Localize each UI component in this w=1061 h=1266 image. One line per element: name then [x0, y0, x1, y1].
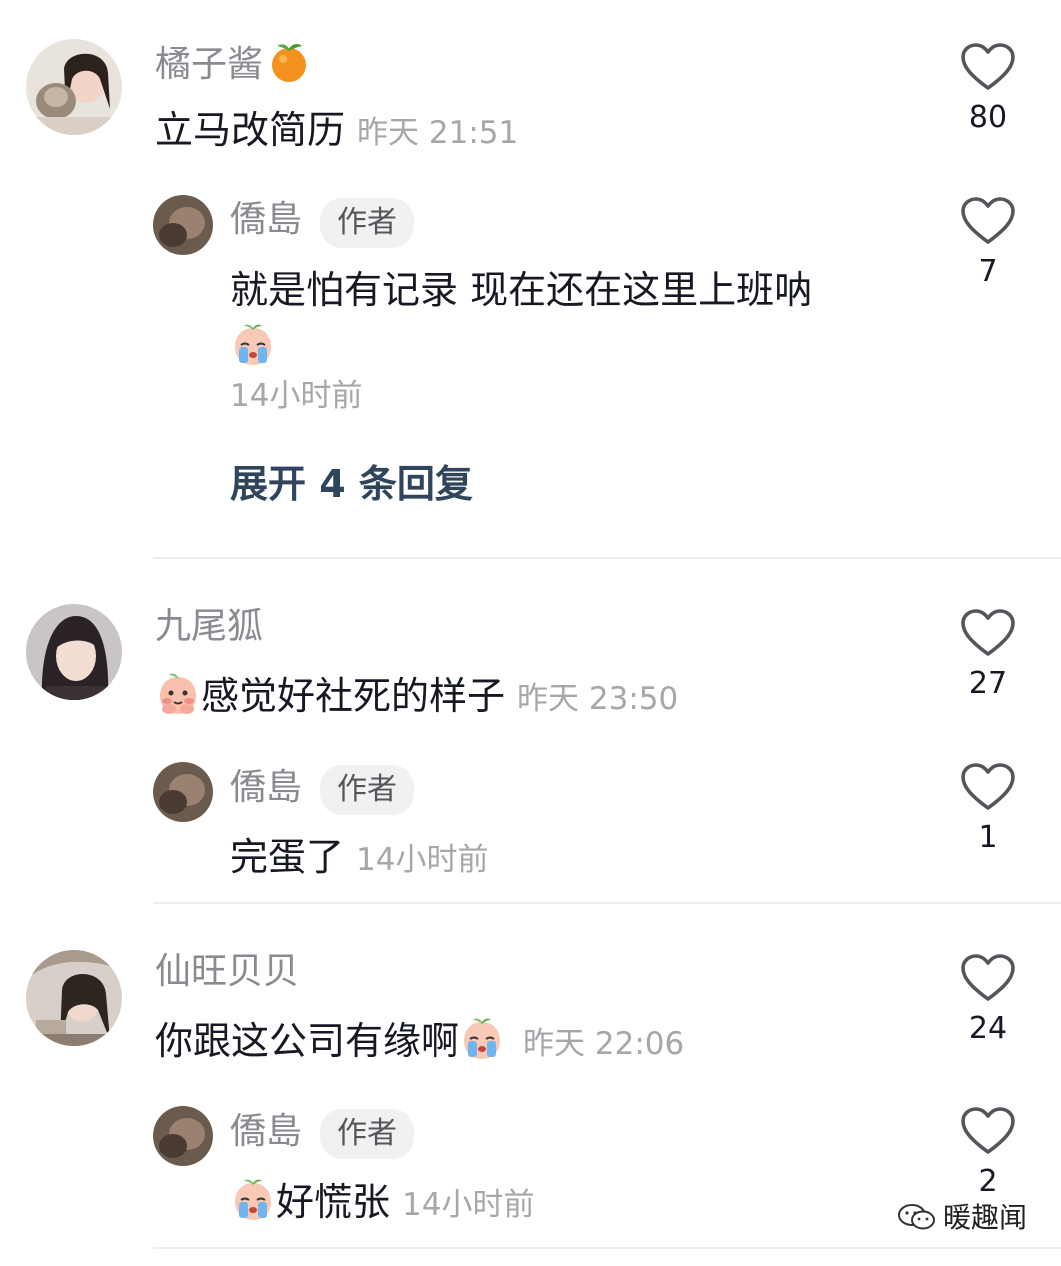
like-button[interactable]: 27: [958, 608, 1018, 704]
comment-author-name[interactable]: 仙旺贝贝: [155, 950, 299, 994]
comment-text[interactable]: 你跟这公司有缘啊 昨天 22:06: [155, 1016, 684, 1068]
comment-author-name[interactable]: 橘子酱: [155, 40, 311, 87]
like-count: 24: [968, 1011, 1008, 1046]
heart-outline-icon: [960, 762, 1016, 812]
like-button[interactable]: 2: [958, 1106, 1018, 1202]
comment-author-name[interactable]: 九尾狐: [155, 605, 263, 649]
like-count: 80: [968, 100, 1008, 135]
reply-author-name[interactable]: 僑島: [230, 198, 302, 242]
like-count: 7: [978, 254, 998, 289]
crying-peach-emoji-icon: [230, 322, 276, 368]
comment-text[interactable]: 感觉好社死的样子 昨天 23:50: [155, 671, 678, 723]
comment-text[interactable]: 立马改简历 昨天 21:51: [155, 106, 518, 157]
tangerine-emoji-icon: [267, 40, 311, 84]
reply-text[interactable]: 就是怕有记录 现在还在这里上班呐: [230, 266, 812, 314]
avatar[interactable]: [26, 950, 122, 1046]
reply-author-name[interactable]: 僑島: [230, 766, 302, 810]
like-button[interactable]: 7: [958, 196, 1018, 292]
divider: [153, 1247, 1061, 1249]
heart-outline-icon: [960, 1106, 1016, 1156]
comment-time: 昨天 22:06: [523, 1026, 685, 1062]
shy-peach-emoji-icon: [155, 671, 201, 717]
divider: [153, 557, 1061, 559]
crying-peach-emoji-icon: [459, 1016, 505, 1062]
reply-text[interactable]: 好慌张 14小时前: [230, 1177, 534, 1229]
avatar[interactable]: [26, 39, 122, 135]
reply-author-name[interactable]: 僑島: [230, 1110, 302, 1154]
avatar[interactable]: [153, 1106, 213, 1166]
heart-outline-icon: [960, 42, 1016, 92]
avatar[interactable]: [153, 195, 213, 255]
avatar[interactable]: [26, 604, 122, 700]
avatar[interactable]: [153, 762, 213, 822]
comment-time: 昨天 23:50: [517, 681, 679, 717]
wechat-icon: [897, 1204, 935, 1230]
divider: [153, 902, 1061, 904]
like-count: 27: [968, 666, 1008, 701]
crying-peach-emoji-icon: [230, 1177, 276, 1223]
reply-time: 14小时前: [356, 842, 489, 878]
heart-outline-icon: [960, 608, 1016, 658]
watermark: 暖趣闻: [897, 1196, 1027, 1236]
comment-time: 昨天 21:51: [357, 115, 519, 151]
reply-time: 14小时前: [230, 378, 363, 414]
author-badge: 作者: [320, 765, 414, 815]
heart-outline-icon: [960, 196, 1016, 246]
like-button[interactable]: 24: [958, 953, 1018, 1049]
reply-time: 14小时前: [402, 1187, 535, 1223]
expand-replies-button[interactable]: 展开 4 条回复: [230, 460, 473, 508]
author-badge: 作者: [320, 198, 414, 248]
author-badge: 作者: [320, 1109, 414, 1159]
like-button[interactable]: 1: [958, 762, 1018, 858]
heart-outline-icon: [960, 953, 1016, 1003]
reply-text[interactable]: 完蛋了 14小时前: [230, 833, 488, 884]
like-count: 1: [978, 820, 998, 855]
like-button[interactable]: 80: [958, 42, 1018, 138]
